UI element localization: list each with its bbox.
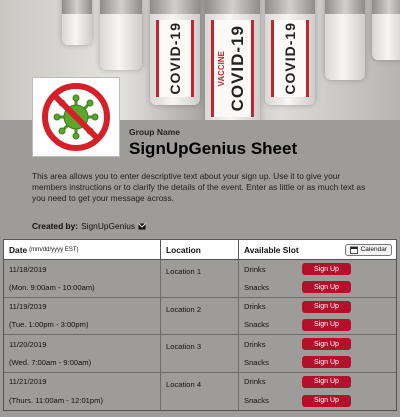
row-time: (Thurs. 11:00am - 12:01pm) — [9, 396, 103, 406]
sign-up-button[interactable]: Sign Up — [302, 263, 351, 276]
slot-item: Snacks Sign Up — [244, 281, 396, 294]
slot-item: Drinks Sign Up — [244, 300, 396, 313]
sign-up-button[interactable]: Sign Up — [302, 375, 351, 388]
sign-up-button[interactable]: Sign Up — [302, 318, 351, 331]
row-date: 11/18/2019 — [9, 264, 47, 274]
calendar-button[interactable]: Calendar — [344, 243, 392, 256]
created-by-label: Created by: — [32, 221, 79, 231]
date-cell: 11/19/2019 (Tue. 1:00pm - 3:00pm) — [4, 297, 161, 334]
location-cell: Location 4 — [161, 372, 239, 410]
date-header-label: Date — [9, 244, 28, 255]
slot-item: Snacks Sign Up — [244, 394, 396, 407]
row-time: (Mon. 9:00am - 10:00am) — [9, 282, 95, 292]
table-row: 11/19/2019 (Tue. 1:00pm - 3:00pm) Locati… — [4, 297, 396, 335]
slot-name: Snacks — [244, 357, 269, 367]
slot-cell: Drinks Sign Up Snacks Sign Up — [239, 373, 396, 411]
slot-name: Drinks — [244, 377, 266, 387]
vaccine-vial — [62, 0, 92, 45]
row-date: 11/20/2019 — [9, 339, 47, 349]
table-row: 11/20/2019 (Wed. 7:00am - 9:00am) Locati… — [4, 335, 396, 373]
slot-name: Drinks — [244, 302, 266, 312]
vial-sublabel: VACCINE — [217, 50, 226, 87]
sign-up-button[interactable]: Sign Up — [302, 300, 351, 313]
slot-cell: Drinks Sign Up Snacks Sign Up — [239, 335, 396, 372]
slot-cell: Drinks Sign Up Snacks Sign Up — [239, 298, 396, 335]
column-header-location: Location — [161, 240, 239, 259]
group-logo — [32, 77, 120, 157]
sign-up-button[interactable]: Sign Up — [302, 356, 351, 369]
table-row: 11/21/2019 (Thurs. 11:00am - 12:01pm) Lo… — [4, 372, 396, 411]
column-header-date: Date (mm/dd/yyyy EST) — [4, 240, 161, 259]
slot-item: Snacks Sign Up — [244, 356, 396, 369]
calendar-label: Calendar — [360, 246, 387, 253]
no-virus-icon — [42, 83, 110, 151]
calendar-icon — [349, 246, 358, 254]
row-date: 11/19/2019 — [9, 302, 47, 312]
sign-up-button[interactable]: Sign Up — [302, 394, 351, 407]
slot-name: Drinks — [244, 264, 266, 274]
vaccine-vial: COVID-19 — [150, 0, 200, 105]
sign-up-button[interactable]: Sign Up — [302, 338, 351, 351]
date-format-hint: (mm/dd/yyyy EST) — [29, 246, 79, 253]
date-cell: 11/21/2019 (Thurs. 11:00am - 12:01pm) — [4, 372, 161, 410]
slot-item: Drinks Sign Up — [244, 338, 396, 351]
group-name-label: Group Name — [129, 127, 181, 137]
date-cell: 11/18/2019 (Mon. 9:00am - 10:00am) — [4, 260, 161, 297]
vial-label: COVID-19 — [167, 22, 183, 95]
slot-name: Snacks — [244, 282, 269, 292]
table-row: 11/18/2019 (Mon. 9:00am - 10:00am) Locat… — [4, 260, 396, 298]
slot-name: Snacks — [244, 320, 269, 330]
slot-header-label: Available Slot — [244, 244, 299, 255]
created-by: Created by: SignUpGenius — [32, 221, 146, 231]
location-cell: Location 1 — [161, 260, 239, 297]
column-header-slot: Available Slot Calendar — [239, 240, 396, 259]
email-icon[interactable] — [138, 222, 146, 230]
vaccine-vial — [372, 0, 400, 60]
vaccine-vial: COVID-19 — [265, 0, 315, 105]
slot-item: Drinks Sign Up — [244, 375, 396, 388]
location-cell: Location 3 — [161, 335, 239, 372]
slot-name: Drinks — [244, 339, 266, 349]
slot-item: Drinks Sign Up — [244, 263, 396, 276]
vaccine-vial — [325, 0, 365, 80]
date-cell: 11/20/2019 (Wed. 7:00am - 9:00am) — [4, 335, 161, 372]
vial-label: COVID-19 — [228, 25, 247, 112]
sheet-description: This area allows you to enter descriptiv… — [32, 171, 366, 203]
vaccine-vial — [100, 0, 142, 70]
slot-item: Snacks Sign Up — [244, 318, 396, 331]
creator-name: SignUpGenius — [81, 221, 136, 231]
slot-cell: Drinks Sign Up Snacks Sign Up — [239, 260, 396, 297]
vaccine-vial: VACCINE COVID-19 — [205, 0, 260, 120]
page-title: SignUpGenius Sheet — [129, 139, 298, 158]
signup-table: Date (mm/dd/yyyy EST) Location Available… — [3, 239, 397, 411]
row-date: 11/21/2019 — [9, 377, 47, 387]
row-time: (Tue. 1:00pm - 3:00pm) — [9, 320, 89, 330]
row-time: (Wed. 7:00am - 9:00am) — [9, 357, 92, 367]
sign-up-button[interactable]: Sign Up — [302, 281, 351, 294]
vial-label: COVID-19 — [282, 22, 298, 95]
slot-name: Snacks — [244, 396, 269, 406]
table-header: Date (mm/dd/yyyy EST) Location Available… — [4, 240, 396, 260]
location-cell: Location 2 — [161, 297, 239, 334]
